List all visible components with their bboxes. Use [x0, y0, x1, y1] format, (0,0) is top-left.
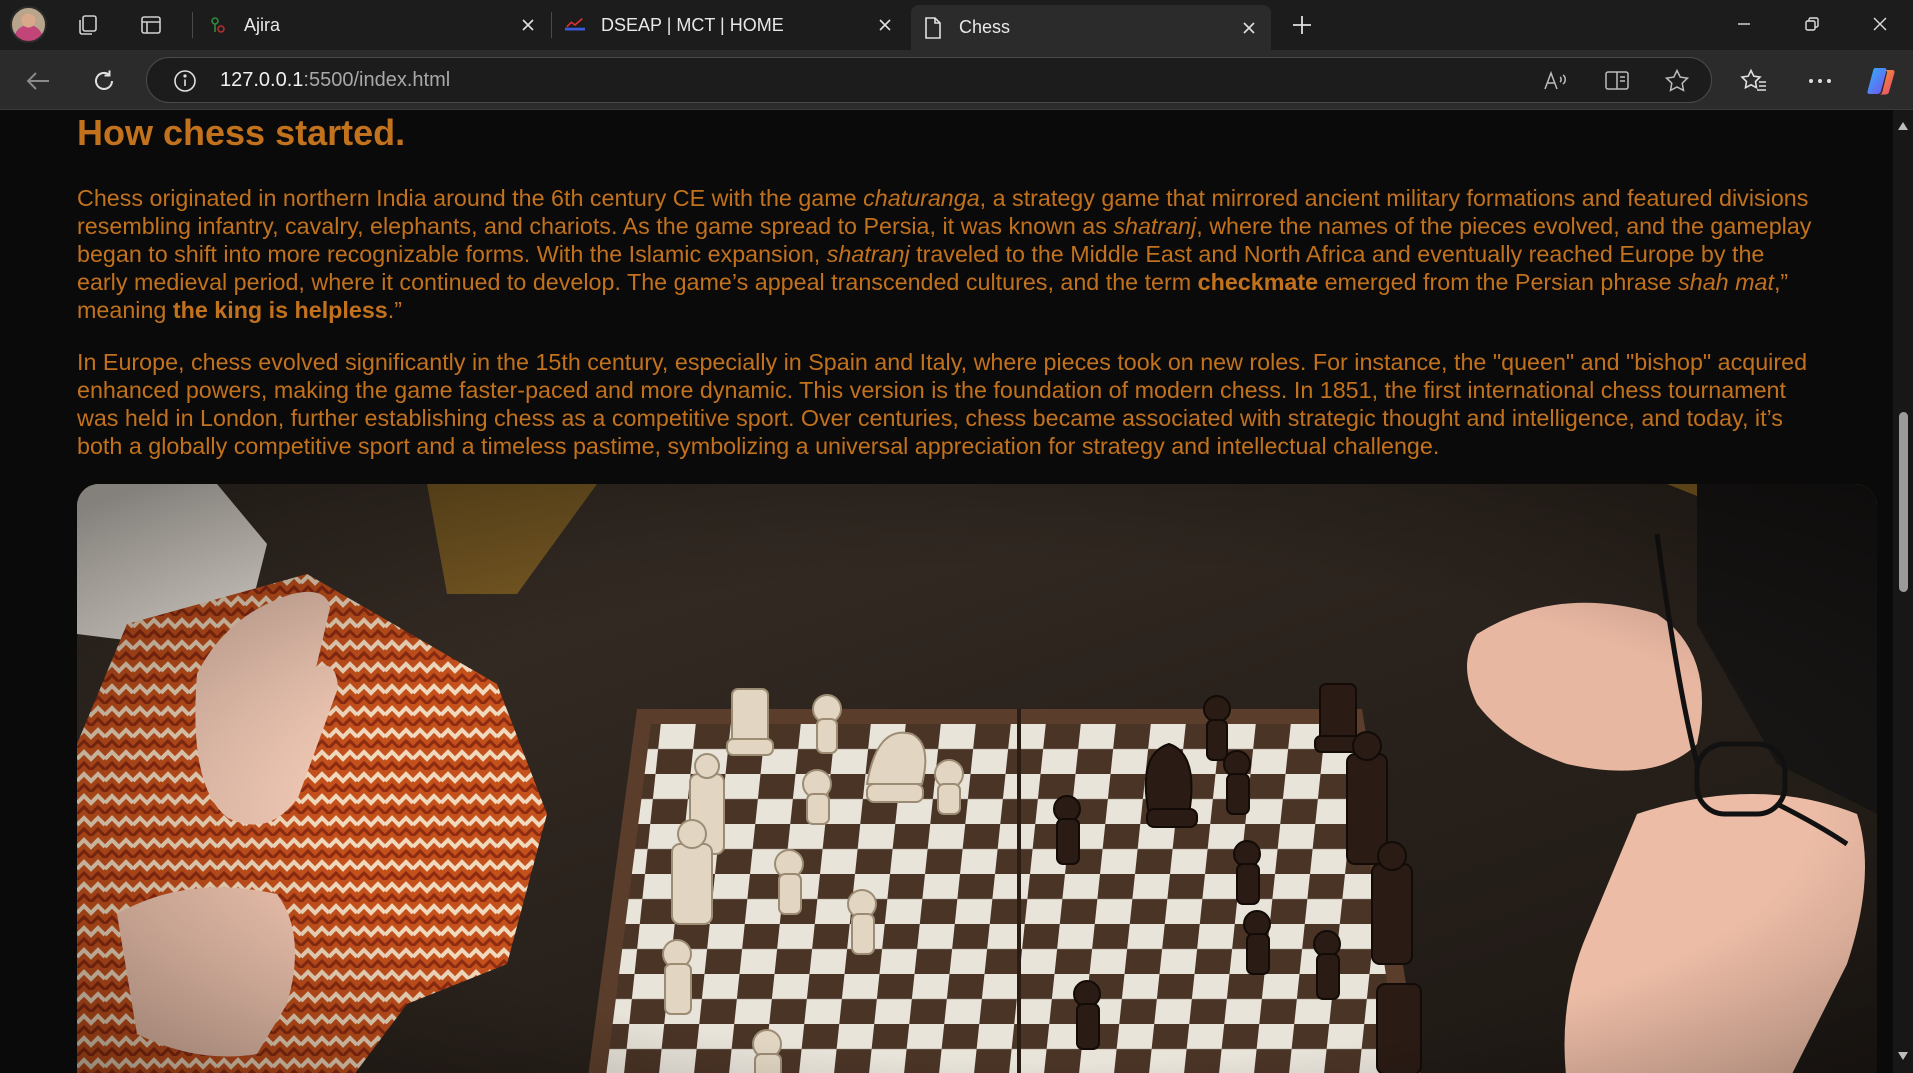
scroll-up-arrow-icon[interactable] [1897, 120, 1909, 132]
tab-title: Ajira [244, 14, 281, 35]
tab-title: DSEAP | MCT | HOME [601, 14, 784, 35]
chess-photo [77, 484, 1877, 1073]
close-window-button[interactable] [1846, 0, 1913, 48]
italic-term: chaturanga [863, 185, 980, 211]
tab-chess[interactable]: Chess [911, 5, 1271, 50]
copilot-icon[interactable] [1862, 61, 1902, 101]
page-favicon-icon [923, 16, 943, 39]
page-scrollbar[interactable] [1893, 110, 1913, 1073]
back-button[interactable] [19, 62, 57, 100]
tab-separator [192, 12, 193, 38]
close-tab-icon[interactable] [1235, 14, 1263, 42]
refresh-button[interactable] [85, 62, 123, 100]
tab-dseap[interactable]: DSEAP | MCT | HOME [553, 5, 907, 45]
immersive-reader-icon[interactable] [1601, 65, 1633, 97]
workspaces-icon[interactable] [71, 8, 105, 42]
text-run: .” [387, 297, 402, 323]
read-aloud-icon[interactable] [1540, 65, 1572, 97]
dseap-favicon-icon [565, 15, 585, 35]
tab-actions-icon[interactable] [134, 8, 168, 42]
history-paragraph: Chess originated in northern India aroun… [77, 184, 1817, 324]
text-run: emerged from the Persian phrase [1318, 269, 1679, 295]
close-tab-icon[interactable] [514, 11, 542, 39]
page-viewport: How chess started. Chess originated in n… [0, 110, 1893, 1073]
close-tab-icon[interactable] [871, 11, 899, 39]
profile-avatar[interactable] [10, 6, 47, 43]
tab-title: Chess [959, 17, 1011, 37]
url-path: :5500/index.html [303, 69, 451, 91]
chess-photo-illustration [77, 484, 1877, 1073]
bold-term: checkmate [1197, 269, 1319, 295]
ajira-favicon-icon [208, 15, 228, 35]
restore-button[interactable] [1778, 0, 1846, 48]
tab-ajira[interactable]: Ajira [196, 5, 550, 45]
address-bar[interactable]: 127.0.0.1:5500/index.html [146, 57, 1712, 103]
new-tab-button[interactable] [1285, 8, 1319, 42]
scroll-down-arrow-icon[interactable] [1897, 1050, 1909, 1062]
text-run: Chess originated in northern India aroun… [77, 185, 864, 211]
italic-term: shatranj [1113, 213, 1197, 239]
site-info-icon[interactable] [169, 65, 201, 97]
minimize-button[interactable] [1710, 0, 1778, 48]
favorite-star-icon[interactable] [1661, 65, 1693, 97]
italic-term: shatranj [826, 241, 910, 267]
tab-strip: Ajira DSEAP | MCT | HOME Chess [0, 0, 1913, 50]
page-heading: How chess started. [77, 112, 406, 153]
bold-term: the king is helpless [172, 297, 388, 323]
tab-separator [551, 12, 552, 38]
favorites-icon[interactable] [1734, 61, 1774, 101]
scroll-thumb[interactable] [1899, 412, 1908, 592]
settings-more-icon[interactable] [1800, 61, 1840, 101]
url-host: 127.0.0.1 [220, 69, 304, 91]
browser-toolbar: 127.0.0.1:5500/index.html [0, 50, 1913, 110]
url-text[interactable]: 127.0.0.1:5500/index.html [220, 69, 450, 92]
italic-term: shah mat [1678, 269, 1774, 295]
europe-paragraph: In Europe, chess evolved significantly i… [77, 349, 1808, 459]
